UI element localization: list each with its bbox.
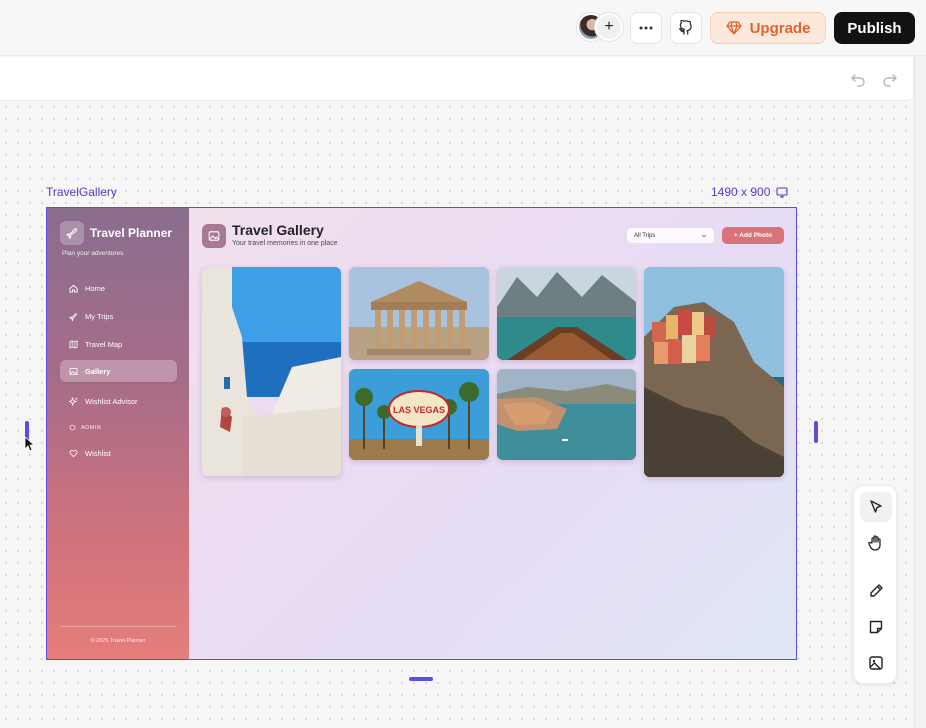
plane-icon <box>65 227 77 239</box>
nav-item-label: Wishlist Advisor <box>85 396 138 406</box>
santorini-image <box>202 267 341 476</box>
nav-item-wishlist-advisor[interactable]: Wishlist Advisor <box>60 390 177 412</box>
nav-item-gallery[interactable]: Gallery <box>60 360 177 382</box>
nav-item-label: Gallery <box>85 366 111 376</box>
more-options-button[interactable] <box>630 12 662 44</box>
las-vegas-photo[interactable]: LAS VEGAS <box>349 369 489 460</box>
sticky-note-icon <box>869 620 883 634</box>
las-vegas-image: LAS VEGAS <box>349 369 489 460</box>
dubrovnik-photo[interactable] <box>497 369 636 460</box>
nav-item-label: Travel Map <box>85 339 123 349</box>
upgrade-button[interactable]: Upgrade <box>710 12 826 44</box>
right-panel-edge <box>914 56 926 728</box>
app-sidebar: Travel Planner Plan your adventures Home… <box>47 208 189 659</box>
brand-subtitle: Plan your adventures <box>62 250 124 257</box>
image-icon <box>869 656 883 670</box>
editor-toolbar <box>0 57 914 101</box>
add-photo-button[interactable]: + Add Photo <box>722 227 784 244</box>
select-tool[interactable] <box>860 492 892 522</box>
note-tool[interactable] <box>860 612 892 642</box>
collaborators[interactable]: + <box>577 13 623 43</box>
monitor-icon[interactable] <box>776 186 788 198</box>
nav-item-label: Wishlist <box>85 448 111 458</box>
add-collaborator-button[interactable]: + <box>595 13 623 41</box>
hand-tool[interactable] <box>860 528 892 558</box>
sidebar-footer: © 2025 Travel Planner <box>90 638 146 644</box>
nav-item-label: My Trips <box>85 311 114 321</box>
top-bar: + Upgrade Publish <box>0 0 926 56</box>
map-icon <box>69 339 78 349</box>
page-title: Travel Gallery <box>232 222 324 238</box>
image-icon <box>69 367 78 375</box>
gem-icon <box>725 21 742 35</box>
hand-icon <box>868 535 881 551</box>
santorini-photo[interactable] <box>202 267 341 476</box>
nav-section-admin: ADMIN <box>69 424 101 431</box>
nav-item-travel-map[interactable]: Travel Map <box>60 333 177 355</box>
resize-handle-bottom[interactable] <box>409 677 433 681</box>
pencil-icon <box>870 584 883 597</box>
lake-boat-photo[interactable] <box>497 267 636 360</box>
travel-gallery-frame[interactable]: Travel Planner Plan your adventures Home… <box>46 207 797 660</box>
trip-filter-value: All Trips <box>634 232 656 239</box>
nav-item-home[interactable]: Home <box>60 277 177 299</box>
upgrade-label: Upgrade <box>749 19 811 37</box>
redo-icon[interactable] <box>882 71 898 87</box>
page-subtitle: Your travel memories in one place <box>232 240 338 247</box>
cinque-terre-image <box>644 267 784 477</box>
shield-icon <box>69 424 76 431</box>
pencil-tool[interactable] <box>860 576 892 606</box>
frame-size: 1490 x 900 <box>711 185 788 199</box>
parthenon-photo[interactable] <box>349 267 489 360</box>
parthenon-image <box>349 267 489 360</box>
nav-section-label: ADMIN <box>81 424 102 431</box>
undo-icon[interactable] <box>850 71 866 87</box>
sidebar-divider <box>60 626 177 627</box>
plane-icon <box>69 312 77 321</box>
gallery-header-icon <box>202 224 226 248</box>
nav-item-my-trips[interactable]: My Trips <box>60 305 177 327</box>
resize-handle-right[interactable] <box>814 421 818 443</box>
las-vegas-sign-text: LAS VEGAS <box>393 405 445 415</box>
heart-icon <box>69 449 78 457</box>
nav-item-wishlist[interactable]: Wishlist <box>60 442 177 464</box>
cinque-terre-photo[interactable] <box>644 267 784 477</box>
trip-filter-select[interactable]: All Trips <box>626 227 715 244</box>
frame-size-label: 1490 x 900 <box>711 185 771 199</box>
frame-name[interactable]: TravelGallery <box>46 185 117 199</box>
home-icon <box>69 284 78 293</box>
github-button[interactable] <box>670 12 702 44</box>
image-tool[interactable] <box>860 648 892 678</box>
brand-title: Travel Planner <box>90 226 173 240</box>
sparkles-icon <box>69 396 78 406</box>
mouse-cursor-icon <box>24 436 34 452</box>
chevron-down-icon <box>701 234 707 238</box>
image-icon <box>208 231 220 241</box>
publish-button[interactable]: Publish <box>834 12 915 44</box>
lake-boat-image <box>497 267 636 360</box>
dubrovnik-image <box>497 369 636 460</box>
pointer-icon <box>870 500 882 513</box>
github-icon <box>679 20 692 35</box>
brand-logo <box>60 221 84 245</box>
nav-item-label: Home <box>85 283 106 293</box>
ellipsis-icon <box>639 26 653 30</box>
tool-palette <box>853 485 897 684</box>
